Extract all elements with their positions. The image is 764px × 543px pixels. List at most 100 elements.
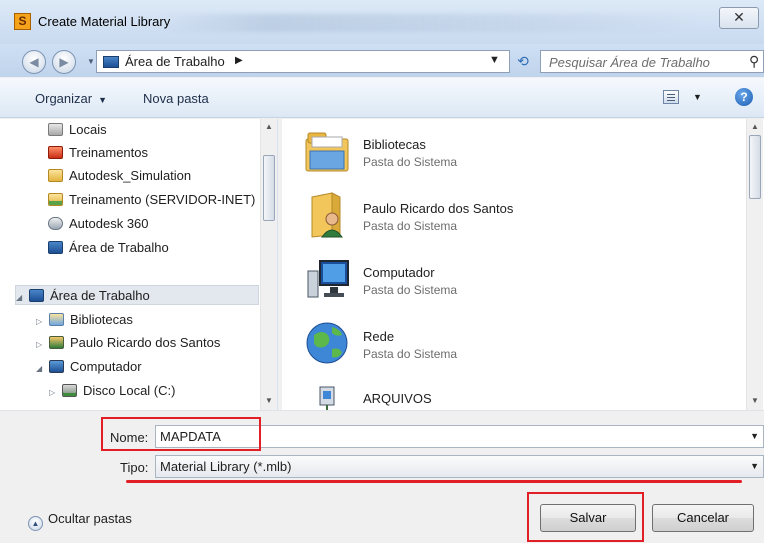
hide-folders-label: Ocultar pastas xyxy=(48,511,132,526)
scroll-up-icon[interactable]: ▲ xyxy=(751,122,759,131)
save-form: Nome: MAPDATA ▼ Tipo: Material Library (… xyxy=(0,410,764,543)
nav-item-treinamentos[interactable]: Treinamentos xyxy=(48,143,148,163)
computer-icon xyxy=(307,260,349,298)
nav-item-label: Disco Local (C:) xyxy=(83,383,176,398)
nav-item-label: Área de Trabalho xyxy=(50,288,150,303)
collapsed-arrow-icon[interactable]: ▷ xyxy=(49,383,59,403)
organize-label: Organizar xyxy=(35,91,93,106)
file-name: Paulo Ricardo dos Santos xyxy=(363,201,514,216)
nav-item-locais[interactable]: Locais xyxy=(48,120,107,140)
nav-item-autodesk-simulation[interactable]: Autodesk_Simulation xyxy=(48,166,191,186)
nav-item-computador[interactable]: ◢ Computador xyxy=(36,357,142,377)
collapsed-arrow-icon[interactable]: ▷ xyxy=(36,312,46,332)
search-icon[interactable]: ⚲ xyxy=(749,53,759,70)
background-blur xyxy=(160,14,700,32)
nav-item-autodesk-360[interactable]: Autodesk 360 xyxy=(48,214,149,234)
nav-item-area-de-trabalho-favorite[interactable]: Área de Trabalho xyxy=(48,238,169,258)
file-type: Pasta do Sistema xyxy=(363,283,458,297)
file-type: Pasta do Sistema xyxy=(363,155,458,169)
expanded-arrow-icon[interactable]: ◢ xyxy=(16,288,26,308)
file-name: Bibliotecas xyxy=(363,137,426,152)
address-bar[interactable]: Área de Trabalho ▶ ▼ xyxy=(96,50,510,73)
breadcrumb-chevron-icon[interactable]: ▶ xyxy=(235,55,243,66)
file-type: Pasta do Sistema xyxy=(363,347,458,361)
nav-item-label: Área de Trabalho xyxy=(69,240,169,255)
treinamentos-icon xyxy=(48,146,63,159)
user-folder-icon xyxy=(49,336,64,349)
highlight-underline xyxy=(126,480,742,483)
cancel-button[interactable]: Cancelar xyxy=(652,504,754,532)
network-folder-icon xyxy=(48,193,63,206)
expanded-arrow-icon[interactable]: ◢ xyxy=(36,359,46,379)
file-scroll-thumb[interactable] xyxy=(749,135,761,199)
network-globe-icon xyxy=(306,322,348,364)
save-dialog: S Create Material Library ✕ ◀ ▶ ▼ Área d… xyxy=(0,0,764,543)
computer-icon xyxy=(49,360,64,373)
file-name: Computador xyxy=(363,265,435,280)
nav-item-label: Autodesk_Simulation xyxy=(69,168,192,183)
file-name: ARQUIVOS xyxy=(363,391,432,406)
highlight-box xyxy=(527,492,644,542)
address-dropdown-icon[interactable]: ▼ xyxy=(489,54,500,66)
chevron-down-icon[interactable]: ▼ xyxy=(750,426,759,447)
list-item[interactable]: Bibliotecas Pasta do Sistema xyxy=(302,123,732,181)
nav-item-area-de-trabalho[interactable]: ◢ Área de Trabalho xyxy=(15,285,259,305)
title-bar: S Create Material Library ✕ xyxy=(0,0,764,44)
libraries-icon xyxy=(305,132,349,172)
scroll-down-icon[interactable]: ▼ xyxy=(265,396,273,405)
new-folder-button[interactable]: Nova pasta xyxy=(143,91,209,106)
file-scrollbar[interactable]: ▲ ▼ xyxy=(746,119,763,410)
refresh-button[interactable]: ⟲ xyxy=(510,50,536,73)
nav-item-treinamento-servidor[interactable]: Treinamento (SERVIDOR-INET) xyxy=(48,190,255,210)
nav-item-bibliotecas[interactable]: ▷ Bibliotecas xyxy=(36,310,133,330)
nav-item-label: Treinamento (SERVIDOR-INET) xyxy=(69,192,256,207)
network-share-icon xyxy=(319,386,335,410)
type-label: Tipo: xyxy=(120,460,149,475)
close-button[interactable]: ✕ xyxy=(719,7,759,29)
command-bar: Organizar ▼ Nova pasta ▼ ? xyxy=(0,78,764,118)
nav-item-label: Autodesk 360 xyxy=(69,216,149,231)
nav-item-label: Treinamentos xyxy=(69,145,148,160)
chevron-down-icon[interactable]: ▼ xyxy=(750,456,759,477)
collapsed-arrow-icon[interactable]: ▷ xyxy=(36,335,46,355)
desktop-icon xyxy=(103,56,119,68)
list-item[interactable]: Computador Pasta do Sistema xyxy=(302,251,732,309)
nav-item-disco-local[interactable]: ▷ Disco Local (C:) xyxy=(49,381,175,401)
cloud-icon xyxy=(48,217,63,230)
search-input[interactable]: Pesquisar Área de Trabalho ⚲ xyxy=(540,50,764,73)
file-type-value: Material Library (*.mlb) xyxy=(160,459,292,474)
nav-item-paulo-ricardo[interactable]: ▷ Paulo Ricardo dos Santos xyxy=(36,333,220,353)
nav-item-label: Bibliotecas xyxy=(70,312,133,327)
view-options-chevron-icon[interactable]: ▼ xyxy=(693,92,702,102)
nav-item-label: Computador xyxy=(70,359,142,374)
list-item[interactable]: ARQUIVOS xyxy=(302,377,732,410)
highlight-box xyxy=(101,417,261,451)
list-item[interactable]: Paulo Ricardo dos Santos Pasta do Sistem… xyxy=(302,187,732,245)
recent-pages-icon[interactable]: ▼ xyxy=(87,57,95,66)
collapse-icon: ▲ xyxy=(28,516,43,531)
file-type: Pasta do Sistema xyxy=(363,219,458,233)
search-placeholder: Pesquisar Área de Trabalho xyxy=(549,55,710,70)
address-location[interactable]: Área de Trabalho xyxy=(125,54,225,69)
back-button[interactable]: ◀ xyxy=(22,50,46,74)
file-name: Rede xyxy=(363,329,395,344)
scroll-down-icon[interactable]: ▼ xyxy=(751,396,759,405)
hide-folders-button[interactable]: ▲ Ocultar pastas xyxy=(28,511,132,531)
file-type-select[interactable]: Material Library (*.mlb) ▼ xyxy=(155,455,764,478)
change-view-icon[interactable] xyxy=(663,90,679,104)
scroll-up-icon[interactable]: ▲ xyxy=(265,122,273,131)
folder-icon xyxy=(48,169,63,182)
nav-scrollbar[interactable]: ▲ ▼ xyxy=(260,119,277,410)
file-list: Bibliotecas Pasta do Sistema Paulo Ricar… xyxy=(282,119,764,410)
nav-item-label: Locais xyxy=(69,122,107,137)
desktop-icon xyxy=(48,241,63,254)
nav-scroll-thumb[interactable] xyxy=(263,155,275,221)
help-icon[interactable]: ? xyxy=(735,88,753,106)
forward-button[interactable]: ▶ xyxy=(52,50,76,74)
local-disk-icon xyxy=(62,384,77,397)
navigation-pane: Locais Treinamentos Autodesk_Simulation … xyxy=(0,119,278,410)
organize-menu[interactable]: Organizar ▼ xyxy=(35,91,107,106)
chevron-down-icon: ▼ xyxy=(98,95,107,105)
list-item[interactable]: Rede Pasta do Sistema xyxy=(302,315,732,373)
address-row: ◀ ▶ ▼ Área de Trabalho ▶ ▼ ⟲ Pesquisar Á… xyxy=(0,44,764,77)
